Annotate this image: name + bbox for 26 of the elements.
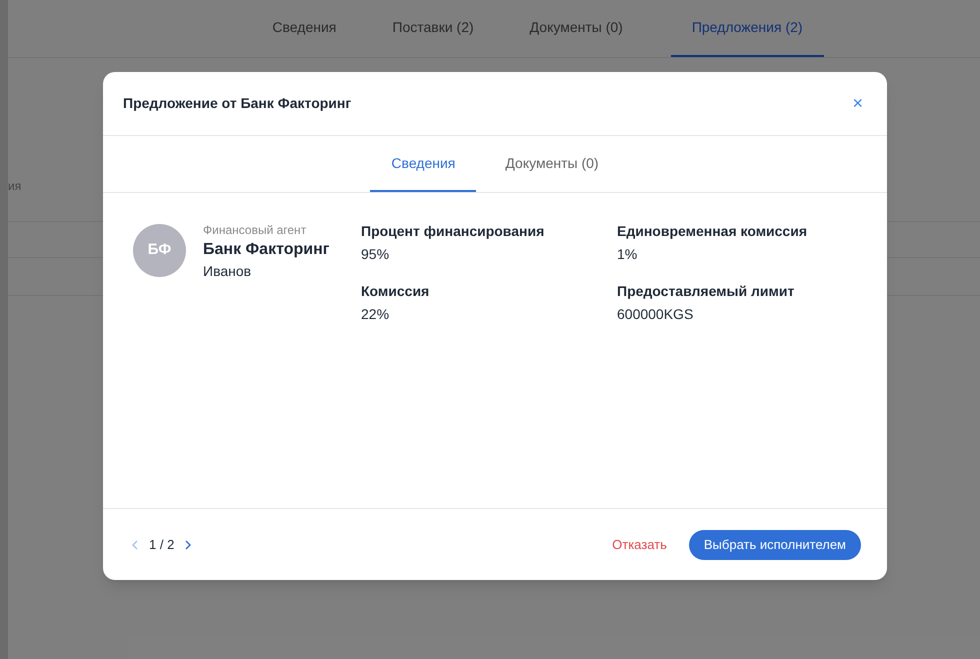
field-value: 1% (617, 245, 638, 264)
dialog-title: Предложение от Банк Факторинг (123, 94, 352, 113)
field-value: 600000KGS (617, 305, 694, 324)
field-label: Единовременная комиссия (617, 222, 808, 241)
page-tab[interactable]: Сведения (264, 0, 344, 57)
page-counter: 1 / 2 (149, 536, 174, 554)
field-value: 95% (361, 245, 390, 264)
page-tab[interactable]: Предложения (2) (670, 0, 824, 57)
page-tab[interactable]: Документы (0) (522, 0, 631, 57)
select-button[interactable]: Выбрать исполнителем (688, 530, 861, 560)
chevron-left-icon (132, 540, 138, 550)
field-label: Комиссия (361, 282, 430, 301)
dialog-tab[interactable]: Сведения (370, 136, 476, 192)
field-label: Процент финансирования (361, 222, 546, 241)
avatar-initials: БФ (133, 224, 186, 277)
column-label: ия (8, 178, 22, 195)
agent-contact: Иванов (203, 262, 252, 281)
field-label: Предоставляемый лимит (617, 282, 796, 301)
chevron-right-icon (185, 540, 192, 550)
dialog-tab[interactable]: Документы (0) (484, 136, 620, 192)
agent-name: Банк Факторинг (203, 240, 330, 260)
close-button[interactable]: × (848, 90, 867, 117)
page-tab[interactable]: Поставки (2) (384, 0, 482, 57)
decline-button[interactable]: Отказать (612, 534, 667, 554)
field-value: 22% (361, 305, 390, 324)
agent-role: Финансовый агент (203, 222, 308, 239)
